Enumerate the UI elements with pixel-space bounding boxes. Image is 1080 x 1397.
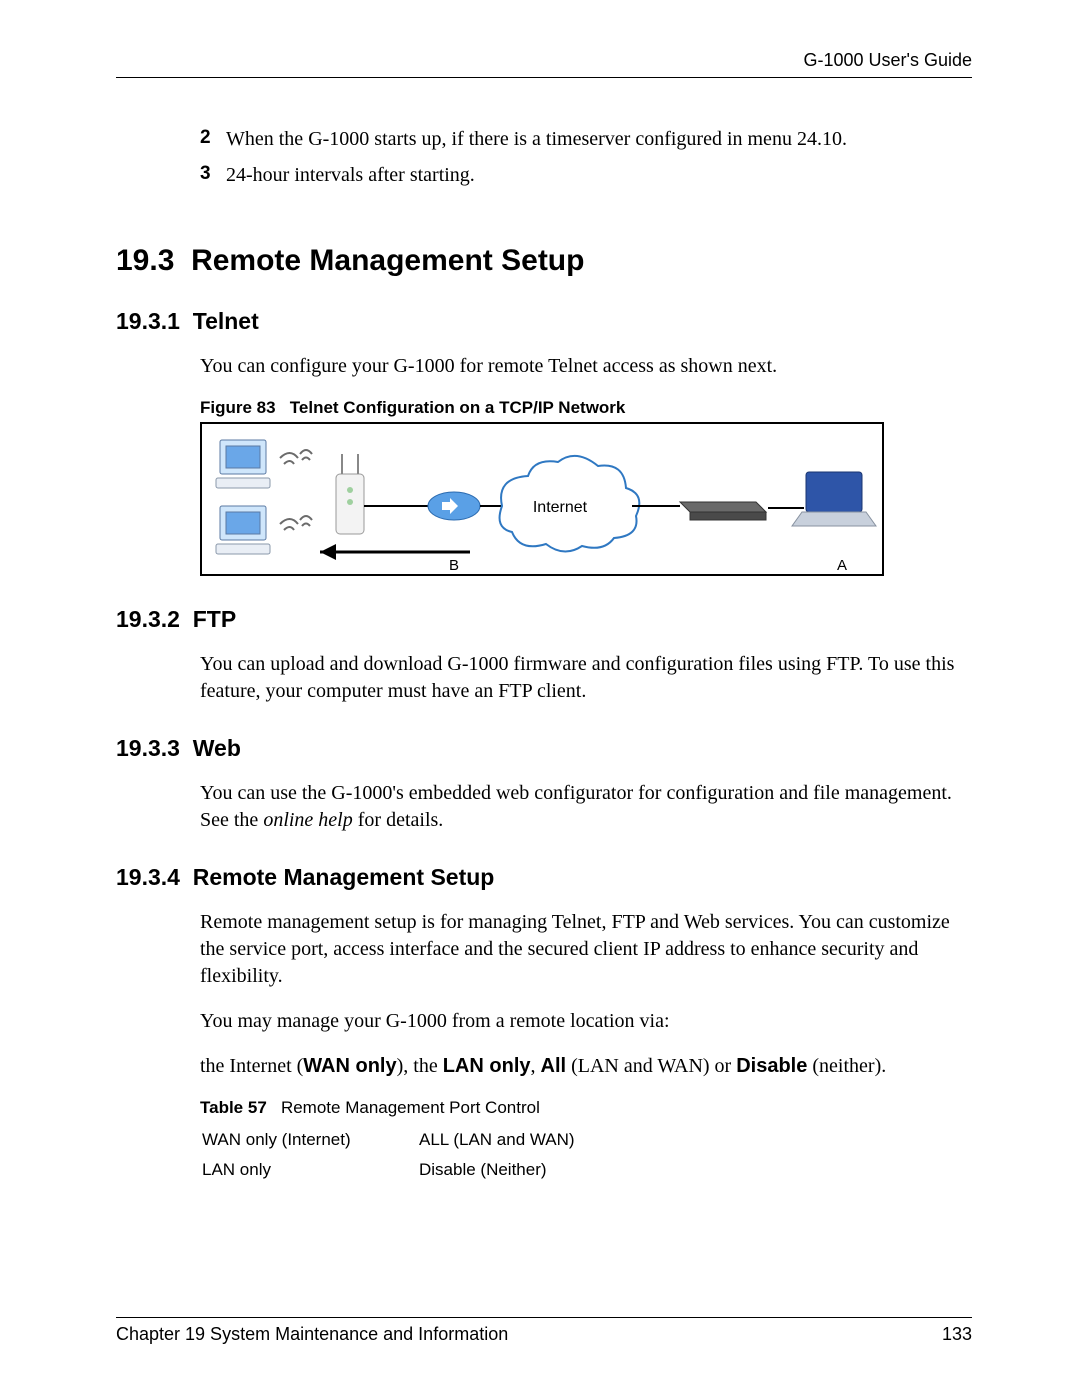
table-cell: LAN only [202,1156,417,1184]
page-footer: Chapter 19 System Maintenance and Inform… [116,1317,972,1345]
body-paragraph: You can configure your G-1000 for remote… [200,353,972,380]
list-text: 24-hour intervals after starting. [226,160,475,190]
bold-text: Disable [736,1055,807,1077]
bold-text: All [541,1055,567,1077]
footer-page-number: 133 [942,1324,972,1345]
table-cell: ALL (LAN and WAN) [419,1126,575,1154]
footer-chapter: Chapter 19 System Maintenance and Inform… [116,1324,508,1345]
list-text: When the G-1000 starts up, if there is a… [226,124,847,154]
subsection-heading: 19.3.4 Remote Management Setup [116,864,972,891]
body-paragraph: Remote management setup is for managing … [200,909,972,990]
text-run: (LAN and WAN) or [566,1055,736,1077]
arrow-b [320,544,470,560]
list-number: 2 [200,124,220,154]
figure-title: Telnet Configuration on a TCP/IP Network [290,398,626,417]
wifi-icon [280,450,312,530]
subsection-number: 19.3.4 [116,864,180,890]
table-cell: Disable (Neither) [419,1156,575,1184]
network-diagram: Internet B A [200,422,884,576]
list-item: 2 When the G-1000 starts up, if there is… [200,124,972,154]
internet-label: Internet [533,499,588,516]
laptop-icon [792,472,876,526]
pc-icon [216,506,270,554]
text-run: (neither). [807,1055,886,1077]
bold-text: WAN only [303,1055,396,1077]
italic-text: online help [263,809,352,831]
subsection-title: Telnet [193,308,259,334]
label-a: A [837,557,847,574]
internet-cloud-icon: Internet [500,456,640,552]
table-caption: Table 57 Remote Management Port Control [200,1098,972,1118]
numbered-list: 2 When the G-1000 starts up, if there is… [200,124,972,190]
section-title: Remote Management Setup [191,244,584,277]
subsection-title: FTP [193,606,236,632]
label-b: B [449,557,459,574]
section-heading: 19.3 Remote Management Setup [116,244,972,278]
text-run: the Internet ( [200,1055,303,1077]
figure-label: Figure 83 [200,398,276,417]
subsection-heading: 19.3.3 Web [116,735,972,762]
access-point-icon [336,454,364,534]
table-title: Remote Management Port Control [281,1098,540,1117]
pc-icon [216,440,270,488]
body-paragraph: You can use the G-1000's embedded web co… [200,780,972,834]
text-run: for details. [353,809,444,831]
list-item: 3 24-hour intervals after starting. [200,160,972,190]
subsection-heading: 19.3.1 Telnet [116,308,972,335]
figure-caption: Figure 83 Telnet Configuration on a TCP/… [200,398,972,418]
table-label: Table 57 [200,1098,267,1117]
body-paragraph: the Internet (WAN only), the LAN only, A… [200,1053,972,1080]
list-number: 3 [200,160,220,190]
modem-icon [680,502,766,520]
text-run: , [531,1055,541,1077]
table-cell: WAN only (Internet) [202,1126,417,1154]
port-control-table: WAN only (Internet) ALL (LAN and WAN) LA… [200,1124,577,1186]
body-paragraph: You may manage your G-1000 from a remote… [200,1008,972,1035]
subsection-title: Remote Management Setup [193,864,495,890]
bold-text: LAN only [443,1055,531,1077]
subsection-title: Web [193,735,241,761]
text-run: ), the [397,1055,443,1077]
table-row: WAN only (Internet) ALL (LAN and WAN) [202,1126,575,1154]
page-header: G-1000 User's Guide [116,50,972,78]
subsection-number: 19.3.2 [116,606,180,632]
subsection-number: 19.3.1 [116,308,180,334]
router-icon [428,492,480,520]
subsection-heading: 19.3.2 FTP [116,606,972,633]
subsection-number: 19.3.3 [116,735,180,761]
table-row: LAN only Disable (Neither) [202,1156,575,1184]
section-number: 19.3 [116,244,174,277]
body-paragraph: You can upload and download G-1000 firmw… [200,651,972,705]
